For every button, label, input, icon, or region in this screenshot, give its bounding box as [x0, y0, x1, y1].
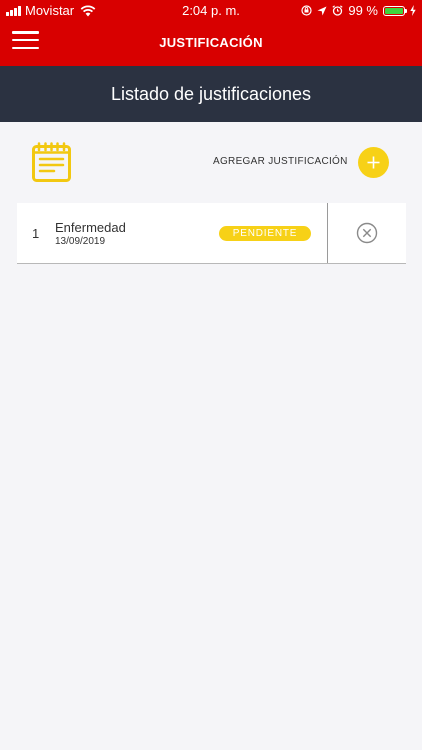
plus-icon — [367, 156, 380, 169]
page-title: JUSTIFICACIÓN — [159, 35, 263, 50]
section-title: Listado de justificaciones — [110, 83, 312, 104]
row-date: 13/09/2019 — [55, 236, 106, 247]
battery-icon — [383, 5, 407, 16]
add-justification-label[interactable]: AGREGAR JUSTIFICACIÓN — [213, 156, 348, 167]
add-justification-button[interactable] — [358, 147, 389, 178]
orientation-lock-icon — [301, 5, 312, 16]
row-divider — [327, 203, 328, 263]
section-header: Listado de justificaciones — [0, 66, 422, 122]
status-bar: Movistar 2:04 p. m. 99 % — [0, 0, 422, 22]
battery-percent: 99 % — [348, 3, 378, 18]
justification-row[interactable]: 1 Enfermedad 13/09/2019 PENDIENTE — [17, 203, 406, 264]
status-bar-right: 99 % — [301, 3, 416, 18]
status-badge: PENDIENTE — [219, 226, 311, 241]
charging-bolt-icon — [410, 5, 416, 16]
location-arrow-icon — [317, 6, 327, 15]
row-title: Enfermedad — [55, 220, 126, 235]
close-circle-icon[interactable] — [356, 222, 378, 244]
notepad-icon — [32, 142, 71, 182]
alarm-icon — [332, 5, 343, 16]
row-index: 1 — [32, 226, 40, 241]
